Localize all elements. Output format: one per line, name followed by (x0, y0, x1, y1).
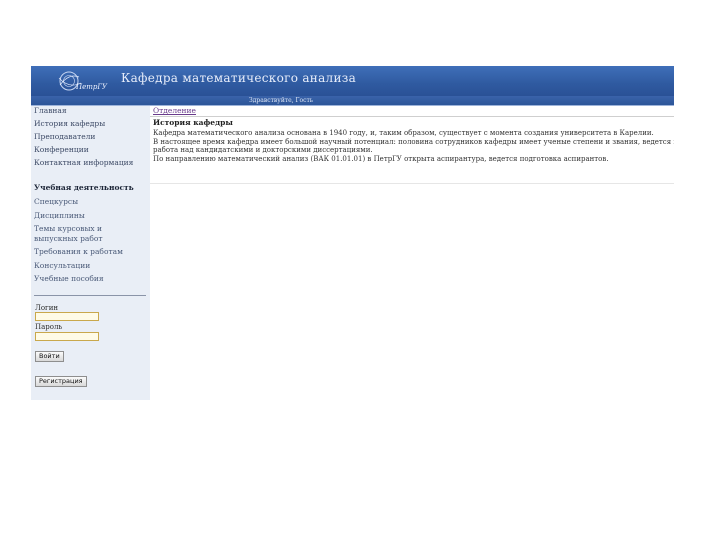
logo-text: ПетрГУ (75, 83, 108, 91)
sidebar-item-requirements[interactable]: Требования к работам (34, 247, 146, 257)
sidebar-item-teachers[interactable]: Преподаватели (34, 132, 133, 141)
main-menu: Главная История кафедры Преподаватели Ко… (34, 106, 133, 167)
sidebar-item-textbooks[interactable]: Учебные пособия (34, 274, 146, 284)
password-label: Пароль (35, 323, 63, 331)
article-paragraph: Кафедра математического анализа основана… (153, 129, 654, 137)
education-menu: Спецкурсы Дисциплины Темы курсовых и вып… (34, 197, 146, 284)
welcome-text: Здравствуйте, Гость (249, 97, 314, 104)
password-input[interactable] (35, 332, 99, 341)
sidebar-item-consultations[interactable]: Консультации (34, 261, 146, 271)
login-input[interactable] (35, 312, 99, 321)
university-logo: ПетрГУ (58, 71, 108, 91)
sidebar-item-contacts[interactable]: Контактная информация (34, 158, 133, 167)
article-paragraph: работа над кандидатскими и докторскими д… (153, 146, 373, 154)
sidebar-item-theses[interactable]: Темы курсовых и выпускных работ (34, 224, 138, 243)
login-button[interactable]: Войти (35, 351, 64, 362)
article-paragraph: По направлению математический анализ (ВА… (153, 155, 609, 163)
main-content: Отделение История кафедры Кафедра матема… (150, 106, 674, 400)
welcome-bar: Здравствуйте, Гость (31, 96, 674, 106)
login-label: Логин (35, 304, 59, 312)
article-paragraph: В настоящее время кафедра имеет большой … (153, 138, 674, 146)
sidebar-item-history[interactable]: История кафедры (34, 119, 133, 128)
section-title-education: Учебная деятельность (34, 183, 134, 192)
breadcrumb-link[interactable]: Отделение (153, 106, 196, 115)
page-frame: ПетрГУ Кафедра математического анализа З… (31, 66, 674, 400)
sidebar-item-disciplines[interactable]: Дисциплины (34, 211, 146, 221)
page-title: История кафедры (153, 118, 233, 127)
sidebar: Главная История кафедры Преподаватели Ко… (31, 106, 150, 400)
sidebar-item-special-courses[interactable]: Спецкурсы (34, 197, 146, 207)
site-title: Кафедра математического анализа (121, 71, 357, 85)
site-header: ПетрГУ Кафедра математического анализа (31, 66, 674, 96)
sidebar-item-home[interactable]: Главная (34, 106, 133, 115)
breadcrumb-divider (150, 116, 674, 117)
article: Отделение История кафедры Кафедра матема… (150, 106, 674, 184)
sidebar-item-conferences[interactable]: Конференции (34, 145, 133, 154)
sidebar-divider (34, 295, 146, 296)
register-button[interactable]: Регистрация (35, 376, 87, 387)
